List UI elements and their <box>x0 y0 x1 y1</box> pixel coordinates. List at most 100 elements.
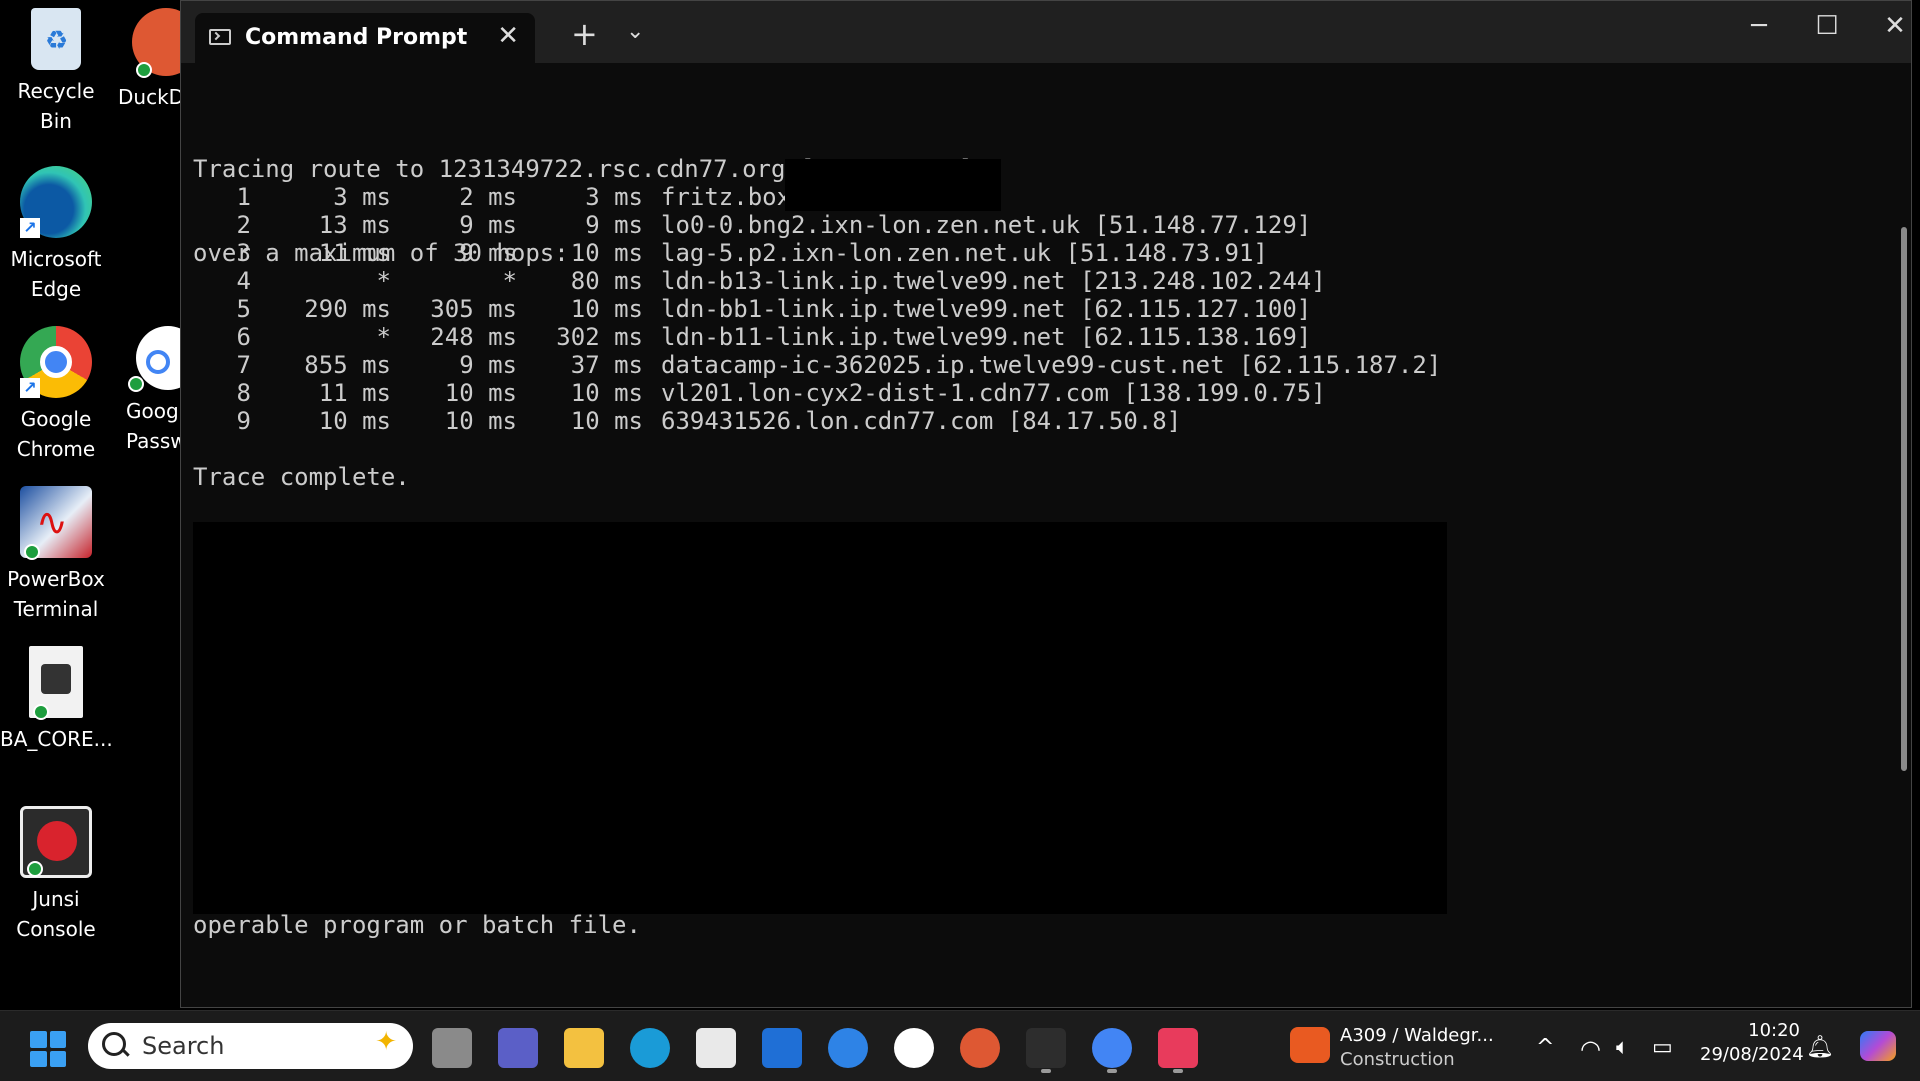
desktop-icon-chrome[interactable]: ↗ Google Chrome <box>0 326 112 464</box>
battery-icon[interactable]: ▭ <box>1652 1035 1673 1060</box>
myhp-icon[interactable] <box>762 1028 802 1068</box>
show-hidden-icons-button[interactable]: ^ <box>1536 1035 1554 1060</box>
desktop-icon-powerbox[interactable]: ∿ PowerBox Terminal <box>0 486 112 624</box>
task-view-icon[interactable] <box>432 1028 472 1068</box>
hop-host: lo0-0.bng2.ixn-lon.zen.net.uk [51.148.77… <box>661 211 1312 239</box>
duckduckgo-icon[interactable] <box>960 1028 1000 1068</box>
desktop-icon-label: DuckD <box>118 85 180 109</box>
clock-date: 29/08/2024 <box>1700 1044 1804 1065</box>
volume-icon[interactable]: 🔈︎ <box>1616 1035 1629 1060</box>
desktop-icon-recycle-bin[interactable]: ♻ Recycle Bin <box>0 8 112 136</box>
clock[interactable]: 10:20 29/08/2024 <box>1700 1019 1804 1067</box>
ba-core-icon <box>29 646 83 720</box>
hop-rtt-3: 10 ms <box>570 295 643 323</box>
desktop-icon-duckduckgo[interactable]: DuckD <box>112 8 180 112</box>
title-bar[interactable]: Command Prompt ✕ + ⌄ ─ ☐ ✕ <box>181 1 1911 63</box>
terminal-icon[interactable] <box>1026 1028 1066 1068</box>
junsi-icon <box>20 806 92 878</box>
hop-rtt-2: * <box>502 267 517 295</box>
vertical-scrollbar[interactable] <box>1901 227 1907 771</box>
recycle-bin-icon: ♻ <box>31 8 81 70</box>
taskbar: Search ✦ A309 / Waldegr... Construction … <box>0 1010 1920 1081</box>
windows-logo-pane <box>49 1050 66 1067</box>
copilot-icon[interactable] <box>1860 1031 1896 1061</box>
file-explorer-icon[interactable] <box>564 1028 604 1068</box>
running-indicator <box>1041 1069 1051 1073</box>
clock-time: 10:20 <box>1748 1020 1800 1041</box>
hop-rtt-1: 855 ms <box>304 351 391 379</box>
search-placeholder: Search <box>142 1032 225 1060</box>
store-icon[interactable] <box>696 1028 736 1068</box>
edge-icon[interactable] <box>630 1028 670 1068</box>
chrome-icon: ↗ <box>20 326 92 398</box>
hop-host: ldn-b11-link.ip.twelve99.net [62.115.138… <box>661 323 1312 351</box>
hop-rtt-3: 302 ms <box>556 323 643 351</box>
weather-subtitle: Construction <box>1340 1049 1455 1070</box>
redacted-region <box>785 159 1001 211</box>
hop-host: ldn-b13-link.ip.twelve99.net [213.248.10… <box>661 267 1326 295</box>
running-indicator <box>1107 1069 1117 1073</box>
tab-close-icon[interactable]: ✕ <box>497 21 519 51</box>
desktop-icon-label: Microsoft Edge <box>10 247 102 301</box>
sync-status-icon <box>27 861 43 877</box>
hop-rtt-2: 2 ms <box>459 183 517 211</box>
snipping-tool-icon[interactable] <box>1158 1028 1198 1068</box>
shortcut-arrow-icon: ↗ <box>20 378 40 398</box>
minimize-button[interactable]: ─ <box>1739 11 1779 41</box>
hop-rtt-3: 3 ms <box>585 183 643 211</box>
hop-rtt-1: 11 ms <box>318 239 391 267</box>
tab-dropdown-button[interactable]: ⌄ <box>626 19 644 44</box>
desktop-icon-edge[interactable]: ↗ Microsoft Edge <box>0 166 112 304</box>
hop-rtt-3: 37 ms <box>570 351 643 379</box>
hop-host: datacamp-ic-362025.ip.twelve99-cust.net … <box>661 351 1442 379</box>
desktop-icon-junsi[interactable]: Junsi Console <box>0 806 112 944</box>
hop-rtt-2: 9 ms <box>459 211 517 239</box>
hop-rtt-3: 10 ms <box>570 379 643 407</box>
notification-icon[interactable]: 🔔︎ <box>1806 1035 1834 1060</box>
help-icon[interactable] <box>828 1028 868 1068</box>
sync-status-icon <box>136 62 152 78</box>
teams-icon[interactable] <box>498 1028 538 1068</box>
google-password-icon <box>128 326 180 392</box>
hop-rtt-2: 10 ms <box>444 379 517 407</box>
desktop-icon-google-password[interactable]: Goog Passw <box>112 326 180 456</box>
desktop-icon-label: Goog Passw <box>126 399 180 453</box>
hop-rtt-3: 9 ms <box>585 211 643 239</box>
hop-number: 6 <box>236 323 251 351</box>
chrome-icon[interactable] <box>1092 1028 1132 1068</box>
hop-rtt-2: 9 ms <box>459 239 517 267</box>
hop-rtt-3: 80 ms <box>570 267 643 295</box>
search-box[interactable]: Search ✦ <box>88 1023 413 1069</box>
maximize-button[interactable]: ☐ <box>1807 11 1847 41</box>
new-tab-button[interactable]: + <box>571 15 598 53</box>
search-icon <box>102 1032 126 1056</box>
desktop-icon-ba-core[interactable]: BA_CORE... <box>0 646 113 754</box>
hop-rtt-1: 10 ms <box>318 407 391 435</box>
sync-status-icon <box>128 376 144 392</box>
console-line: operable program or batch file. <box>193 911 641 939</box>
password-icon[interactable] <box>894 1028 934 1068</box>
command-prompt-window: Command Prompt ✕ + ⌄ ─ ☐ ✕ Tracing route… <box>180 0 1912 1008</box>
hop-host: ldn-bb1-link.ip.twelve99.net [62.115.127… <box>661 295 1312 323</box>
hop-number: 1 <box>236 183 251 211</box>
hop-rtt-3: 10 ms <box>570 239 643 267</box>
hop-host: fritz.box <box>661 183 792 211</box>
wifi-icon[interactable]: ◠ <box>1580 1035 1601 1063</box>
hop-rtt-2: 9 ms <box>459 351 517 379</box>
tab-command-prompt[interactable]: Command Prompt ✕ <box>195 13 535 63</box>
sync-status-icon <box>24 544 40 560</box>
desktop-icon-label: Junsi Console <box>16 887 96 941</box>
hop-number: 8 <box>236 379 251 407</box>
start-button[interactable] <box>30 1031 66 1067</box>
hop-rtt-1: 13 ms <box>318 211 391 239</box>
desktop-icon-label: Recycle Bin <box>17 79 95 133</box>
trace-complete-line: Trace complete. <box>193 463 410 491</box>
hop-rtt-1: * <box>376 267 391 295</box>
windows-logo-pane <box>30 1031 47 1048</box>
hop-rtt-2: 248 ms <box>430 323 517 351</box>
copilot-sparkle-icon: ✦ <box>375 1027 397 1057</box>
sync-status-icon <box>33 704 49 720</box>
tab-title: Command Prompt <box>245 25 468 50</box>
close-button[interactable]: ✕ <box>1875 11 1915 41</box>
windows-logo-pane <box>30 1050 47 1067</box>
